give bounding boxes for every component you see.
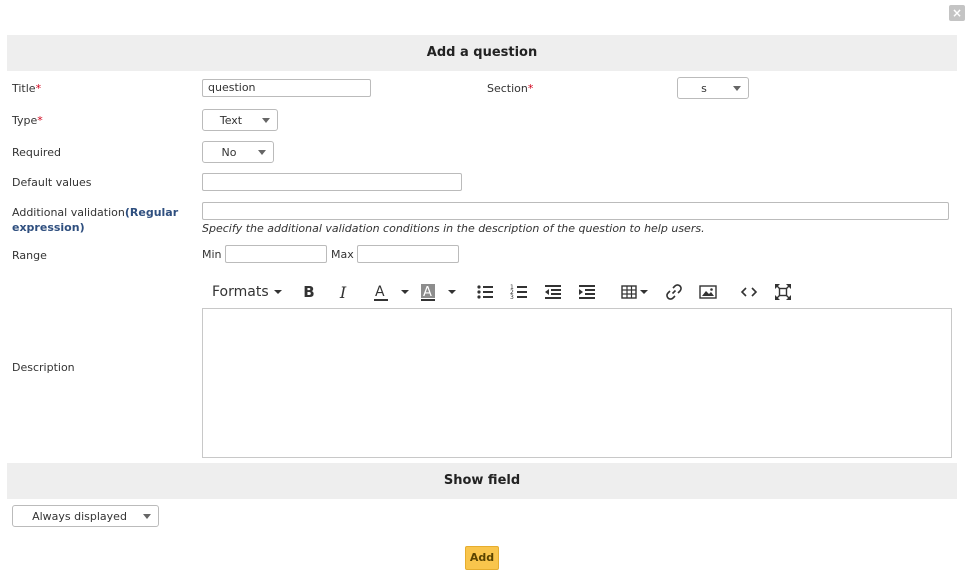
background-color-glyph: A (421, 284, 435, 301)
description-editor[interactable] (202, 308, 952, 458)
default-values-input[interactable] (202, 173, 462, 191)
caret-down-icon[interactable] (639, 288, 649, 296)
max-label: Max (331, 248, 354, 261)
additional-validation-label: Additional validation(Regular expression… (12, 205, 192, 235)
title-label: Title* (12, 82, 41, 95)
background-color-icon[interactable]: A (418, 282, 438, 302)
chevron-down-icon (258, 150, 266, 155)
section-select-value: s (701, 82, 707, 95)
required-select-value: No (221, 146, 237, 159)
link-glyph (666, 284, 682, 300)
bold-icon[interactable]: B (300, 282, 318, 302)
source-code-glyph (740, 287, 758, 297)
required-mark: * (35, 82, 42, 95)
image-icon[interactable] (698, 282, 718, 302)
text-color-glyph: A (374, 284, 388, 301)
required-label: Required (12, 146, 61, 159)
type-select-value: Text (219, 114, 243, 127)
chevron-down-icon (143, 514, 151, 519)
section-label: Section* (487, 82, 533, 95)
type-select[interactable]: Text (202, 109, 278, 131)
show-field-title: Show field (7, 463, 957, 499)
caret-down-icon[interactable] (400, 288, 410, 296)
formats-label: Formats (212, 284, 269, 300)
min-input[interactable] (225, 245, 327, 263)
max-input[interactable] (357, 245, 459, 263)
close-icon[interactable]: × (949, 5, 965, 21)
type-label-text: Type (12, 114, 38, 127)
image-glyph (699, 285, 717, 299)
section-select[interactable]: s (677, 77, 749, 99)
title-label-text: Title (12, 82, 36, 95)
chevron-down-icon (733, 86, 741, 91)
validation-hint: Specify the additional validation condit… (202, 222, 705, 235)
section-label-text: Section (487, 82, 528, 95)
italic-icon[interactable]: I (334, 282, 352, 302)
fullscreen-glyph (775, 284, 791, 300)
required-mark: * (527, 82, 534, 95)
range-label: Range (12, 249, 47, 262)
svg-text:3: 3 (510, 294, 514, 301)
numbered-list-icon[interactable]: 123 (509, 282, 529, 302)
additional-validation-label-text: Additional validation (12, 206, 125, 219)
bullet-list-icon[interactable] (475, 282, 495, 302)
required-select[interactable]: No (202, 141, 274, 163)
caret-down-icon (273, 290, 282, 294)
add-button[interactable]: Add (465, 546, 499, 570)
numbered-list-glyph: 123 (510, 284, 527, 301)
text-color-icon[interactable]: A (371, 282, 391, 302)
required-mark: * (37, 114, 43, 127)
fullscreen-icon[interactable] (773, 282, 793, 302)
outdent-glyph (545, 285, 561, 299)
show-field-select[interactable]: Always displayed (12, 505, 159, 527)
dialog-title: Add a question (7, 35, 957, 71)
table-glyph (621, 285, 637, 299)
indent-glyph (579, 285, 595, 299)
bullet-list-glyph (477, 285, 493, 299)
table-icon[interactable] (620, 282, 638, 302)
min-label: Min (202, 248, 222, 261)
outdent-icon[interactable] (543, 282, 563, 302)
formats-dropdown[interactable]: Formats (212, 282, 283, 302)
svg-text:A: A (423, 285, 432, 300)
show-field-select-value: Always displayed (32, 510, 127, 523)
title-input[interactable]: question (202, 79, 371, 97)
additional-validation-input[interactable] (202, 202, 949, 220)
indent-icon[interactable] (577, 282, 597, 302)
type-label: Type* (12, 114, 43, 127)
description-label: Description (12, 361, 75, 374)
default-values-label: Default values (12, 176, 92, 189)
chevron-down-icon (262, 118, 270, 123)
link-icon[interactable] (664, 282, 684, 302)
source-code-icon[interactable] (739, 282, 759, 302)
caret-down-icon[interactable] (447, 288, 457, 296)
svg-text:A: A (375, 284, 385, 300)
